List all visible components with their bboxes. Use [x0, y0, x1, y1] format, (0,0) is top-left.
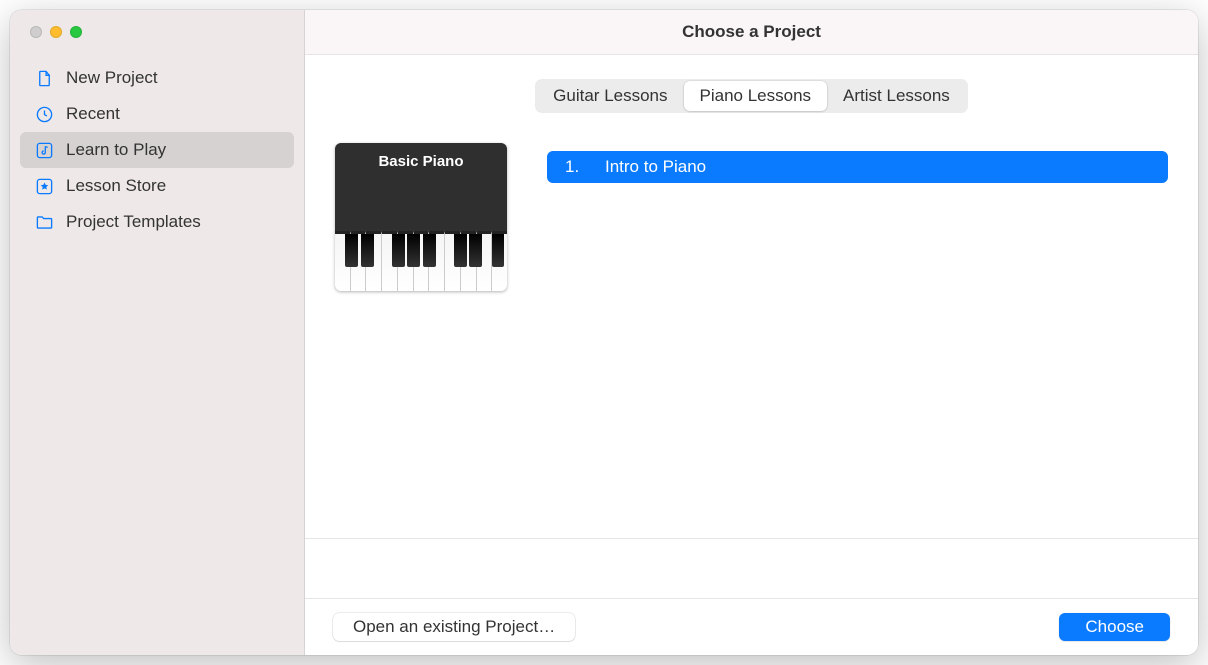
project-chooser-window: New Project Recent Learn to Play Lesson … [10, 10, 1198, 655]
lesson-title: Intro to Piano [605, 157, 706, 177]
sidebar-list: New Project Recent Learn to Play Lesson … [10, 60, 304, 240]
thumbnail-column: Basic Piano [335, 143, 507, 291]
content-area: Guitar Lessons Piano Lessons Artist Less… [305, 55, 1198, 655]
sidebar-item-project-templates[interactable]: Project Templates [20, 204, 294, 240]
sidebar-item-label: New Project [66, 68, 158, 88]
document-icon [34, 68, 54, 88]
lesson-list: 1. Intro to Piano [547, 143, 1168, 291]
sidebar-item-recent[interactable]: Recent [20, 96, 294, 132]
thumbnail-title: Basic Piano [335, 143, 507, 231]
clock-icon [34, 104, 54, 124]
folder-icon [34, 212, 54, 232]
tab-artist-lessons[interactable]: Artist Lessons [827, 81, 966, 111]
main-panel: Choose a Project Guitar Lessons Piano Le… [305, 10, 1198, 655]
open-existing-project-button[interactable]: Open an existing Project… [333, 613, 575, 641]
tab-guitar-lessons[interactable]: Guitar Lessons [537, 81, 683, 111]
tab-piano-lessons[interactable]: Piano Lessons [684, 81, 828, 111]
music-note-square-icon [34, 140, 54, 160]
page-title: Choose a Project [682, 22, 821, 42]
sidebar-item-learn-to-play[interactable]: Learn to Play [20, 132, 294, 168]
window-controls [10, 22, 304, 60]
sidebar-item-label: Project Templates [66, 212, 201, 232]
sidebar-item-new-project[interactable]: New Project [20, 60, 294, 96]
star-square-icon [34, 176, 54, 196]
sidebar-item-lesson-store[interactable]: Lesson Store [20, 168, 294, 204]
minimize-window-button[interactable] [50, 26, 62, 38]
sidebar: New Project Recent Learn to Play Lesson … [10, 10, 305, 655]
close-window-button[interactable] [30, 26, 42, 38]
sidebar-item-label: Learn to Play [66, 140, 166, 160]
sidebar-item-label: Lesson Store [66, 176, 166, 196]
lesson-type-tabs: Guitar Lessons Piano Lessons Artist Less… [305, 55, 1198, 123]
lesson-row[interactable]: 1. Intro to Piano [547, 151, 1168, 183]
spacer [305, 291, 1198, 538]
detail-pane [305, 538, 1198, 598]
choose-button[interactable]: Choose [1059, 613, 1170, 641]
maximize-window-button[interactable] [70, 26, 82, 38]
lesson-browser: Basic Piano [305, 123, 1198, 291]
piano-keys-illustration [335, 231, 507, 291]
lesson-pack-thumbnail[interactable]: Basic Piano [335, 143, 507, 291]
sidebar-item-label: Recent [66, 104, 120, 124]
segmented-control: Guitar Lessons Piano Lessons Artist Less… [535, 79, 968, 113]
footer: Open an existing Project… Choose [305, 598, 1198, 655]
lesson-number: 1. [565, 157, 583, 177]
titlebar: Choose a Project [305, 10, 1198, 55]
